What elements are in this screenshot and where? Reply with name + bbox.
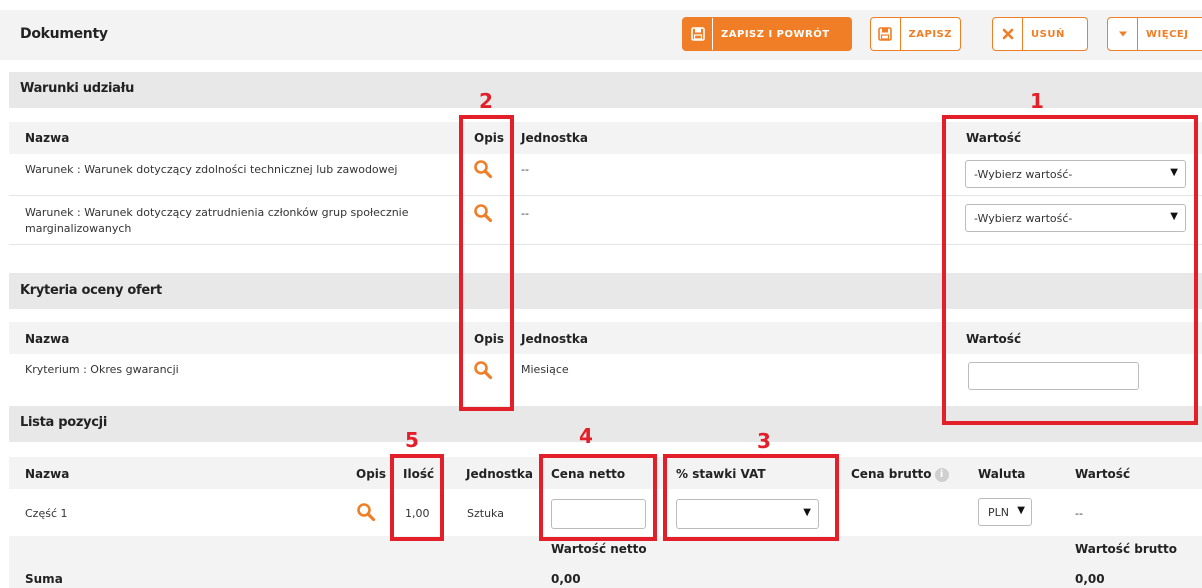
positions-col-value: Wartość <box>1075 467 1131 481</box>
currency-select[interactable]: PLN ▼ <box>978 498 1032 526</box>
annotation-number-4: 4 <box>579 424 593 448</box>
annotation-box-4 <box>539 454 657 541</box>
condition-name: Warunek : Warunek dotyczący zdolności te… <box>25 163 398 176</box>
annotation-number-3: 3 <box>757 429 771 453</box>
positions-col-name: Nazwa <box>25 467 70 481</box>
save-label: ZAPISZ <box>908 28 952 40</box>
page-title: Dokumenty <box>20 26 108 42</box>
annotation-number-1: 1 <box>1030 89 1044 113</box>
annotation-box-3 <box>663 454 839 541</box>
more-button[interactable]: WIĘCEJ <box>1107 17 1202 51</box>
annotation-number-5: 5 <box>405 428 419 452</box>
criteria-col-unit: Jednostka <box>521 332 588 346</box>
floppy-disk-icon <box>871 18 901 50</box>
floppy-disk-icon <box>683 18 713 50</box>
conditions-section-title: Warunki udziału <box>20 81 135 96</box>
annotation-box-1 <box>942 115 1198 425</box>
condition-name-line1: Warunek : Warunek dotyczący zatrudnienia… <box>25 206 409 219</box>
criteria-section-title: Kryteria oceny ofert <box>20 283 162 298</box>
condition-unit: -- <box>521 207 529 220</box>
dropdown-arrow-icon: ▼ <box>1017 505 1025 516</box>
condition-name-line2: marginalizowanych <box>25 222 132 235</box>
net-value-total: 0,00 <box>551 572 581 586</box>
annotation-number-2: 2 <box>479 89 493 113</box>
select-value: PLN <box>988 505 1009 519</box>
save-button[interactable]: ZAPISZ <box>870 17 961 51</box>
net-value-label: Wartość netto <box>551 542 647 556</box>
delete-label: USUŃ <box>1031 28 1065 40</box>
gross-value-total: 0,00 <box>1075 572 1105 586</box>
position-value: -- <box>1075 507 1083 520</box>
conditions-col-unit: Jednostka <box>521 131 588 145</box>
positions-col-unit: Jednostka <box>466 467 533 481</box>
chevron-down-icon <box>1108 18 1138 50</box>
close-icon <box>993 18 1023 50</box>
positions-col-currency: Waluta <box>978 467 1026 481</box>
positions-col-desc: Opis <box>356 467 387 481</box>
conditions-section-header <box>9 72 1202 108</box>
criterion-name: Kryterium : Okres gwarancji <box>25 363 179 376</box>
annotation-box-5 <box>390 454 444 541</box>
gross-price-label: Cena brutto <box>851 467 932 481</box>
positions-col-gross-price: Cena brutto i <box>851 467 949 482</box>
conditions-col-name: Nazwa <box>25 131 70 145</box>
more-label: WIĘCEJ <box>1146 28 1189 40</box>
position-unit: Sztuka <box>467 507 504 520</box>
position-name: Część 1 <box>25 507 68 520</box>
criterion-unit: Miesiące <box>521 363 569 376</box>
positions-section-title: Lista pozycji <box>20 415 107 430</box>
condition-unit: -- <box>521 163 529 176</box>
sum-label: Suma <box>25 572 63 586</box>
annotation-box-2 <box>459 115 514 411</box>
gross-value-label: Wartość brutto <box>1075 542 1178 556</box>
delete-button[interactable]: USUŃ <box>992 17 1088 51</box>
search-icon[interactable] <box>356 502 376 522</box>
save-and-return-button[interactable]: ZAPISZ I POWRÓT <box>682 17 852 51</box>
save-and-return-label: ZAPISZ I POWRÓT <box>721 28 830 40</box>
info-icon[interactable]: i <box>934 467 949 482</box>
criteria-col-name: Nazwa <box>25 332 70 346</box>
